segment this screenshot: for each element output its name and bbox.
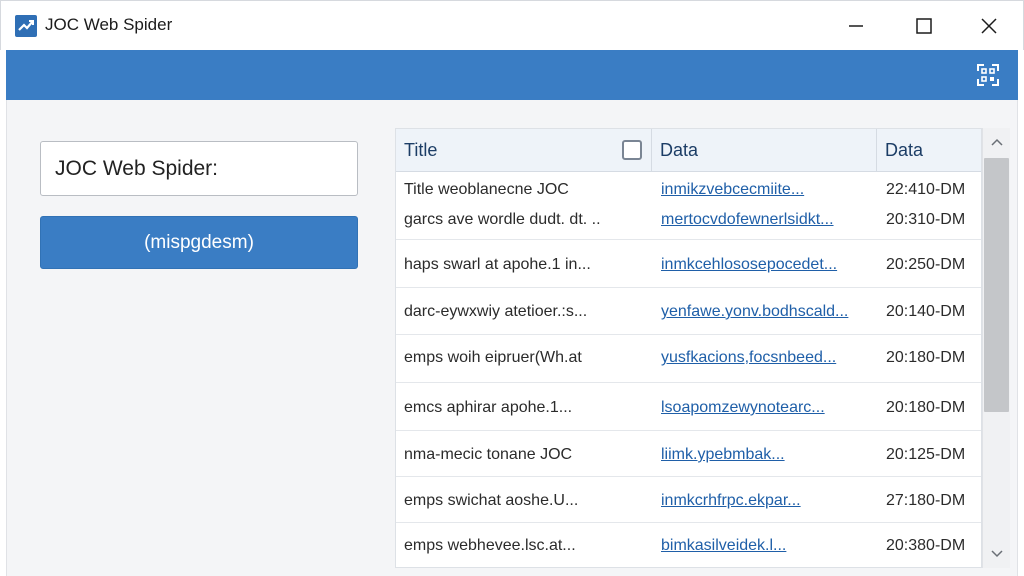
row-title: emps swichat aoshe.U...	[404, 492, 579, 509]
row-data-link[interactable]: yenfawe.yonv.bodhscald...	[661, 303, 871, 321]
results-grid: Title Data Data Title weoblanecne JOC in…	[395, 128, 982, 568]
row-title: emcs aphirar apohe.1...	[404, 399, 573, 416]
row-data-link[interactable]: bimkasilveidek.l...	[661, 537, 871, 555]
table-row[interactable]: nma-mecic tonane JOC liimk.ypebmbak... 2…	[396, 431, 981, 477]
toolbar-ribbon	[6, 50, 1018, 100]
row-title: nma-mecic tonane JOC	[404, 446, 573, 463]
row-data-link[interactable]: lsoapomzewynotearc...	[661, 399, 871, 417]
qr-scan-icon[interactable]	[976, 63, 1000, 87]
start-crawl-button[interactable]: (mispgdesm)	[40, 216, 358, 269]
url-input[interactable]	[40, 141, 358, 196]
close-icon	[981, 18, 997, 34]
row-time: 20:140-DM	[886, 303, 966, 320]
minimize-icon	[849, 25, 863, 27]
table-row[interactable]: emps woih eipruer(Wh.at yusfkacions,focs…	[396, 335, 981, 383]
maximize-icon	[916, 18, 932, 34]
table-row[interactable]: emps swichat aoshe.U... inmkcrhfrpc.ekpa…	[396, 477, 981, 523]
row-time: 22:410-DM	[886, 181, 966, 198]
app-logo-icon	[15, 15, 37, 37]
minimize-button[interactable]	[824, 1, 888, 51]
close-button[interactable]	[957, 1, 1021, 51]
grid-header: Title Data Data	[396, 129, 981, 172]
row-time: 20:380-DM	[886, 537, 966, 554]
row-title: garcs ave wordle dudt. dt. ..	[404, 211, 601, 228]
chevron-up-icon	[991, 138, 1003, 146]
select-all-checkbox[interactable]	[622, 140, 642, 160]
row-data-link[interactable]: mertocvdofewnerlsidkt...	[661, 211, 871, 229]
row-data-link[interactable]: liimk.ypebmbak...	[661, 446, 871, 464]
scroll-thumb[interactable]	[984, 158, 1009, 412]
row-data-link[interactable]: yusfkacions,focsnbeed...	[661, 349, 871, 367]
maximize-button[interactable]	[892, 1, 956, 51]
table-row[interactable]: darc-eywxwiy atetioer.:s... yenfawe.yonv…	[396, 288, 981, 335]
row-time: 20:180-DM	[886, 349, 966, 366]
column-header-title[interactable]: Title	[396, 129, 652, 172]
scroll-up-button[interactable]	[983, 128, 1011, 156]
row-title: haps swarl at apohe.1 in...	[404, 256, 591, 273]
row-time: 20:180-DM	[886, 399, 966, 416]
row-title: emps woih eipruer(Wh.at	[404, 349, 582, 366]
row-title: emps webhevee.lsc.at...	[404, 537, 576, 554]
row-data-link[interactable]: inmkcrhfrpc.ekpar...	[661, 492, 871, 510]
row-time: 20:125-DM	[886, 446, 966, 463]
row-time: 20:250-DM	[886, 256, 966, 273]
table-row[interactable]: emps webhevee.lsc.at... bimkasilveidek.l…	[396, 523, 981, 567]
table-row[interactable]: Title weoblanecne JOC inmikzvebcecmiite.…	[396, 172, 981, 240]
row-time: 27:180-DM	[886, 492, 966, 509]
table-row[interactable]: haps swarl at apohe.1 in... inmkcehlosos…	[396, 240, 981, 288]
vertical-scrollbar[interactable]	[982, 128, 1010, 568]
title-bar: JOC Web Spider	[0, 0, 1024, 50]
row-data-link[interactable]: inmikzvebcecmiite...	[661, 181, 871, 199]
window-title: JOC Web Spider	[45, 15, 173, 34]
chevron-down-icon	[991, 550, 1003, 558]
row-time: 20:310-DM	[886, 211, 966, 228]
table-row[interactable]: emcs aphirar apohe.1... lsoapomzewynotea…	[396, 383, 981, 431]
column-header-data[interactable]: Data	[652, 129, 877, 172]
scroll-down-button[interactable]	[983, 540, 1011, 568]
row-data-link[interactable]: inmkcehlososepocedet...	[661, 256, 871, 274]
column-header-data-2[interactable]: Data	[877, 129, 981, 172]
row-title: Title weoblanecne JOC	[404, 181, 569, 198]
row-title: darc-eywxwiy atetioer.:s...	[404, 303, 588, 320]
